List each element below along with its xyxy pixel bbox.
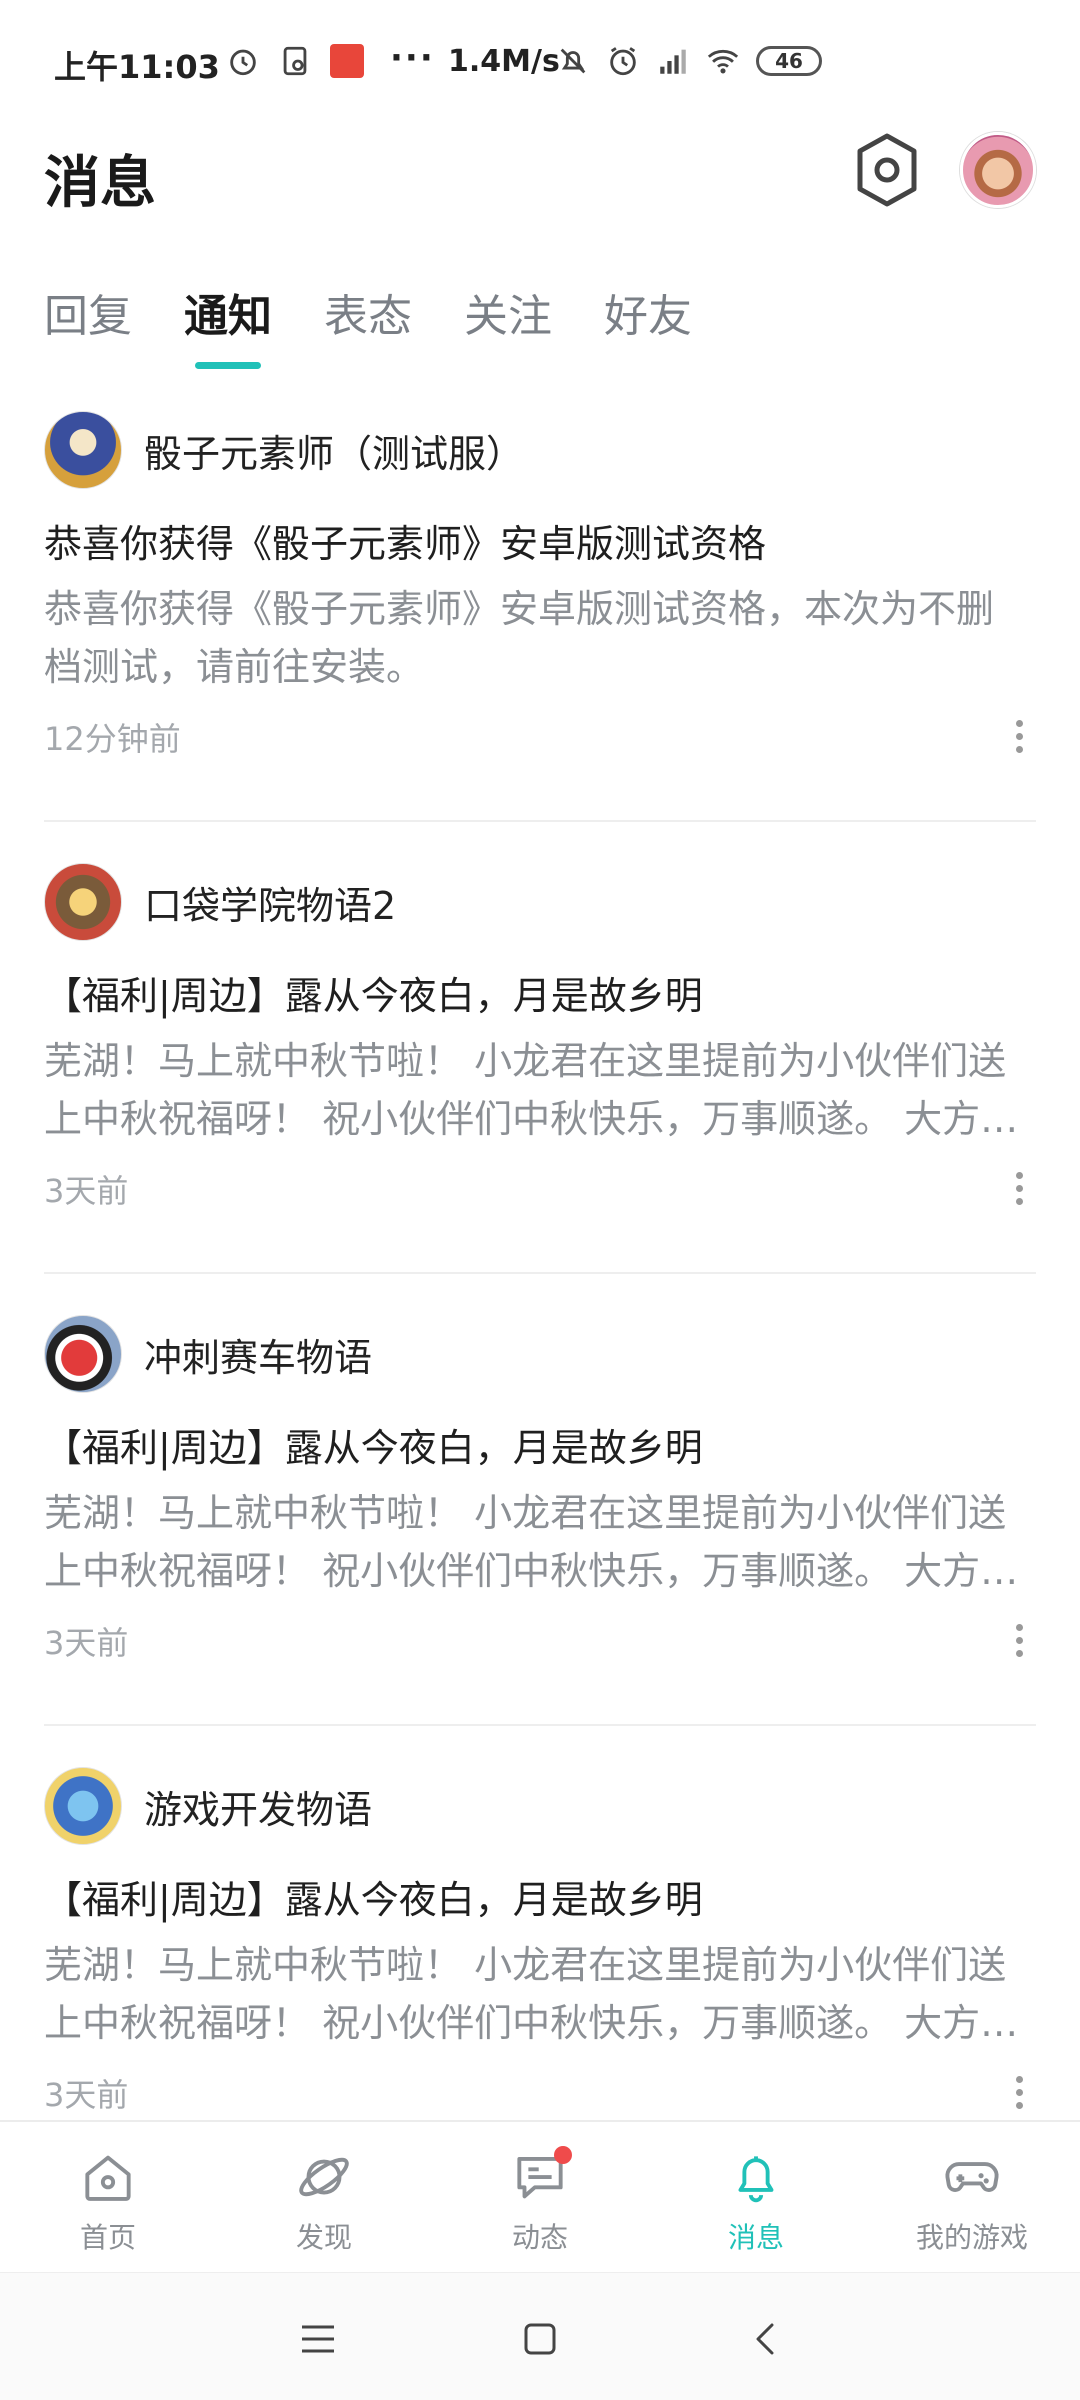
- network-speed: 1.4M/s: [448, 44, 560, 79]
- nav-label: 我的游戏: [915, 2221, 1028, 2254]
- message-body: 芜湖！马上就中秋节啦！ 小龙君在这里提前为小伙伴们送 上中秋祝福呀！ 祝小伙伴们…: [44, 1032, 1036, 1148]
- wifi-icon: [707, 49, 739, 74]
- status-bar: 上午11:03 ··· 1.4M/s 46: [0, 0, 1080, 128]
- game-avatar-image[interactable]: [44, 1315, 122, 1393]
- divider: [44, 1272, 1036, 1274]
- nav-label: 首页: [79, 2221, 136, 2254]
- message-body-line: 上中秋祝福呀！ 祝小伙伴们中秋快乐，万事顺遂。 大方…: [44, 1097, 1019, 1141]
- system-navigation-bar: [0, 2272, 1080, 2400]
- more-options-icon[interactable]: [1012, 1172, 1026, 1212]
- more-options-icon[interactable]: [1012, 2076, 1026, 2116]
- game-name[interactable]: 骰子元素师（测试服）: [144, 423, 524, 478]
- list-item[interactable]: 冲刺赛车物语 【福利|周边】露从今夜白，月是故乡明 芜湖！马上就中秋节啦！ 小龙…: [44, 1314, 1036, 1668]
- message-title: 【福利|周边】露从今夜白，月是故乡明: [44, 974, 703, 1018]
- more-options-icon[interactable]: [1012, 720, 1026, 760]
- list-item[interactable]: 游戏开发物语 【福利|周边】露从今夜白，月是故乡明 芜湖！马上就中秋节啦！ 小龙…: [44, 1766, 1036, 2120]
- status-right-icons: 46: [556, 44, 822, 78]
- planet-icon: [299, 2157, 349, 2197]
- settings-hexagon-icon[interactable]: [852, 130, 922, 210]
- bell-icon: [738, 2156, 774, 2203]
- message-body-line: 芜湖！马上就中秋节啦！ 小龙君在这里提前为小伙伴们送: [44, 1491, 1007, 1535]
- nav-home[interactable]: 首页: [0, 2122, 216, 2270]
- game-avatar-image[interactable]: [44, 863, 122, 941]
- alarm-clock-icon: [610, 47, 636, 76]
- message-time: 3天前: [44, 1172, 129, 1210]
- message-time: 3天前: [44, 1624, 129, 1662]
- game-name[interactable]: 游戏开发物语: [144, 1779, 372, 1834]
- bottom-navigation: 首页 发现 动态 消息 我的游戏: [0, 2120, 1080, 2270]
- page-title: 消息: [44, 151, 156, 216]
- unread-badge-dot: [554, 2146, 572, 2164]
- message-title: 恭喜你获得《骰子元素师》安卓版测试资格: [44, 522, 767, 566]
- menu-icon[interactable]: [296, 2317, 340, 2361]
- message-title: 【福利|周边】露从今夜白，月是故乡明: [44, 1878, 703, 1922]
- divider: [44, 820, 1036, 822]
- signal-icon: [660, 49, 686, 74]
- app-notification-icon: [330, 44, 364, 78]
- user-avatar[interactable]: [960, 132, 1036, 208]
- message-time: 3天前: [44, 2076, 129, 2114]
- nav-label: 动态: [511, 2221, 568, 2254]
- home-icon: [85, 2155, 131, 2201]
- alarm-icon: [230, 49, 256, 76]
- gamepad-icon: [945, 2162, 999, 2192]
- battery-indicator: 46: [756, 46, 822, 76]
- back-icon[interactable]: [744, 2317, 788, 2361]
- message-body-line: 芜湖！马上就中秋节啦！ 小龙君在这里提前为小伙伴们送: [44, 1039, 1007, 1083]
- nav-messages[interactable]: 消息: [648, 2122, 864, 2270]
- message-body: 芜湖！马上就中秋节啦！ 小龙君在这里提前为小伙伴们送 上中秋祝福呀！ 祝小伙伴们…: [44, 1484, 1036, 1600]
- message-body: 恭喜你获得《骰子元素师》安卓版测试资格，本次为不删 档测试，请前往安装。: [44, 580, 1036, 696]
- message-body: 芜湖！马上就中秋节啦！ 小龙君在这里提前为小伙伴们送 上中秋祝福呀！ 祝小伙伴们…: [44, 1936, 1036, 2052]
- status-time: 上午11:03: [54, 48, 220, 86]
- message-title: 【福利|周边】露从今夜白，月是故乡明: [44, 1426, 703, 1470]
- list-item[interactable]: 骰子元素师（测试服） 恭喜你获得《骰子元素师》安卓版测试资格 恭喜你获得《骰子元…: [44, 410, 1036, 764]
- message-body-line: 恭喜你获得《骰子元素师》安卓版测试资格，本次为不删: [44, 587, 995, 631]
- tab-reply[interactable]: 回复: [44, 280, 132, 344]
- nav-label: 消息: [727, 2221, 784, 2254]
- nav-label: 发现: [295, 2221, 352, 2254]
- tab-follow[interactable]: 关注: [464, 280, 552, 344]
- divider: [44, 1724, 1036, 1726]
- message-body-line: 上中秋祝福呀！ 祝小伙伴们中秋快乐，万事顺遂。 大方…: [44, 2001, 1019, 2045]
- nav-my-games[interactable]: 我的游戏: [864, 2122, 1080, 2270]
- nav-feed[interactable]: 动态: [432, 2122, 648, 2270]
- message-body-line: 芜湖！马上就中秋节啦！ 小龙君在这里提前为小伙伴们送: [44, 1943, 1007, 1987]
- game-name[interactable]: 冲刺赛车物语: [144, 1327, 372, 1382]
- list-item[interactable]: 口袋学院物语2 【福利|周边】露从今夜白，月是故乡明 芜湖！马上就中秋节啦！ 小…: [44, 862, 1036, 1216]
- message-body-line: 档测试，请前往安装。: [44, 645, 425, 689]
- nav-discover[interactable]: 发现: [216, 2122, 432, 2270]
- message-tabs: 回复 通知 表态 关注 好友: [44, 280, 692, 344]
- active-tab-indicator: [195, 362, 261, 369]
- tab-notification[interactable]: 通知: [184, 280, 272, 344]
- message-body-line: 上中秋祝福呀！ 祝小伙伴们中秋快乐，万事顺遂。 大方…: [44, 1549, 1019, 1593]
- file-icon: [283, 46, 307, 76]
- mute-bell-icon: [560, 48, 586, 74]
- game-name[interactable]: 口袋学院物语2: [144, 875, 396, 930]
- tab-friends[interactable]: 好友: [604, 280, 692, 344]
- more-options-icon[interactable]: [1012, 1624, 1026, 1664]
- game-avatar-image[interactable]: [44, 1767, 122, 1845]
- status-more-dots: ···: [390, 38, 435, 78]
- home-square-icon[interactable]: [518, 2317, 562, 2361]
- tab-reaction[interactable]: 表态: [324, 280, 412, 344]
- status-left-icons: [226, 44, 364, 78]
- message-time: 12分钟前: [44, 720, 181, 758]
- game-avatar-image[interactable]: [44, 411, 122, 489]
